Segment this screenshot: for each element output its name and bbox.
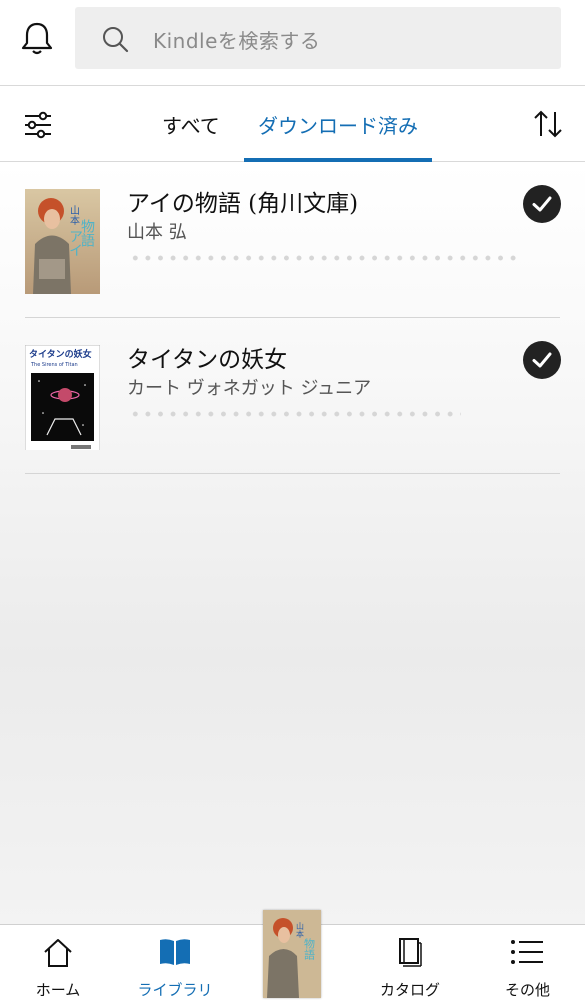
book-cover[interactable]: 山本 物語 アイ: [25, 189, 100, 294]
search-icon: [103, 27, 129, 53]
book-author: カート ヴォネガット ジュニア: [127, 378, 372, 399]
svg-text:タイタンの妖女: タイタンの妖女: [29, 348, 92, 360]
menu-list-icon: [511, 940, 543, 964]
tab-all[interactable]: すべて: [162, 110, 220, 162]
book-title: タイタンの妖女: [127, 347, 288, 373]
home-icon: [44, 939, 72, 967]
nav-home[interactable]: ホーム: [20, 925, 96, 1000]
checkmark-circle-icon: [523, 341, 561, 379]
book-item[interactable]: タイタンの妖女 The Sirens of Titan タイタンの妖女 カート …: [0, 318, 585, 474]
book-list: 山本 物語 アイ アイの物語 (角川文庫) 山本 弘 タイタンの妖女 The S…: [0, 162, 585, 924]
search-placeholder: Kindleを検索する: [153, 29, 321, 53]
tab-all-label: すべて: [162, 114, 220, 138]
tab-downloaded-label: ダウンロード済み: [258, 114, 418, 138]
divider: [25, 473, 560, 474]
book-title: アイの物語 (角川文庫): [127, 191, 359, 217]
sliders-icon[interactable]: [23, 110, 53, 140]
svg-text:物語: 物語: [303, 937, 316, 961]
checkmark-circle-icon: [523, 185, 561, 223]
svg-text:アイ: アイ: [67, 229, 83, 257]
svg-text:山本: 山本: [68, 205, 80, 226]
nav-home-label: ホーム: [35, 981, 81, 999]
nav-other[interactable]: その他: [490, 925, 565, 1000]
bottom-nav: ホーム ライブラリ 物語 山本 カタログ その他: [0, 910, 585, 1000]
svg-text:山本: 山本: [296, 921, 305, 939]
nav-library[interactable]: ライブラリ: [130, 925, 220, 1000]
nav-library-label: ライブラリ: [137, 981, 213, 999]
svg-text:The Sirens of Titan: The Sirens of Titan: [30, 362, 78, 368]
progress-dots: [129, 255, 517, 261]
search-input[interactable]: Kindleを検索する: [75, 7, 561, 69]
catalog-icon: [399, 938, 422, 967]
top-bar: Kindleを検索する: [0, 0, 585, 86]
bell-icon[interactable]: [20, 20, 54, 56]
sort-arrows-icon[interactable]: [532, 108, 564, 140]
book-author: 山本 弘: [127, 222, 187, 243]
tab-downloaded[interactable]: ダウンロード済み: [244, 110, 432, 162]
book-open-icon: [160, 939, 190, 965]
filter-bar: すべて ダウンロード済み: [0, 86, 585, 162]
book-cover[interactable]: タイタンの妖女 The Sirens of Titan: [25, 345, 100, 450]
nav-catalog-label: カタログ: [379, 981, 440, 999]
current-book-cover[interactable]: 物語 山本: [263, 910, 321, 998]
nav-catalog[interactable]: カタログ: [370, 925, 450, 1000]
progress-dots: [129, 411, 461, 417]
nav-other-label: その他: [504, 981, 550, 999]
book-item[interactable]: 山本 物語 アイ アイの物語 (角川文庫) 山本 弘: [0, 162, 585, 318]
